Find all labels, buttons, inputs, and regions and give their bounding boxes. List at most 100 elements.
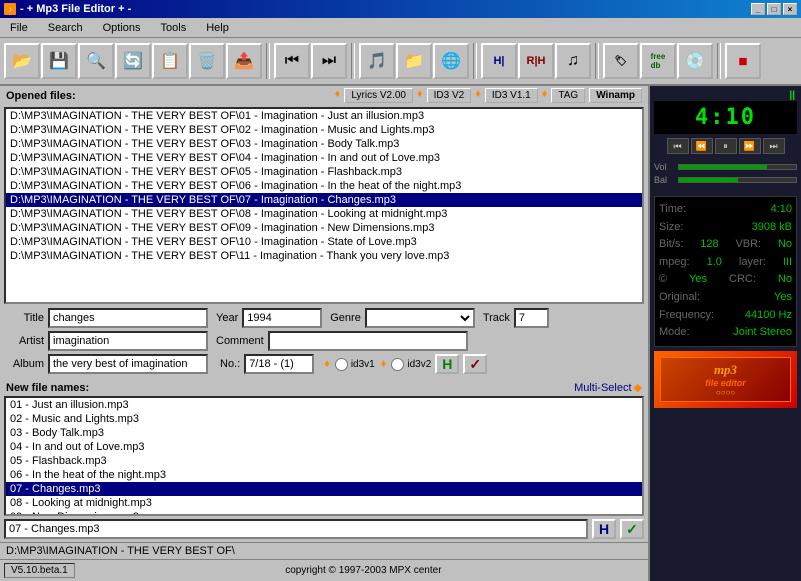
file-item-1[interactable]: D:\MP3\IMAGINATION - THE VERY BEST OF\02… <box>6 123 642 137</box>
file-item-10[interactable]: D:\MP3\IMAGINATION - THE VERY BEST OF\11… <box>6 249 642 263</box>
toolbar-group-2: ⏮ ⏭ <box>274 43 347 79</box>
name-item-3[interactable]: 04 - In and out of Love.mp3 <box>6 440 642 454</box>
file-item-6[interactable]: D:\MP3\IMAGINATION - THE VERY BEST OF\07… <box>6 193 642 207</box>
info-size-row: Size: 3908 kB <box>659 219 792 237</box>
winamp-logo: mp3 file editor ○○○○ <box>654 351 797 408</box>
window-controls: _ □ × <box>751 3 797 15</box>
next-button[interactable]: ⏭ <box>311 43 347 79</box>
info-mpeg-row: mpeg: 1.0 layer: III <box>659 254 792 272</box>
multiselect-button[interactable]: Multi-Select ◆ <box>574 381 642 394</box>
prev-button[interactable]: ⏮ <box>274 43 310 79</box>
delete-button[interactable]: 🗑️ <box>189 43 225 79</box>
new-names-section: New file names: Multi-Select ◆ 01 - Just… <box>0 379 648 542</box>
menu-file[interactable]: File <box>4 20 34 36</box>
album-input[interactable] <box>48 354 208 374</box>
menu-help[interactable]: Help <box>200 20 235 36</box>
save-tag-button[interactable]: H <box>435 354 459 374</box>
freedb-button[interactable]: freedb <box>640 43 676 79</box>
winamp-pause-button[interactable]: ⏸ <box>715 138 737 154</box>
name-item-4[interactable]: 05 - Flashback.mp3 <box>6 454 642 468</box>
artist-input[interactable] <box>48 331 208 351</box>
disc-button[interactable]: 💿 <box>677 43 713 79</box>
cancel-tag-button[interactable]: ✓ <box>463 354 487 374</box>
save-button[interactable]: 💾 <box>41 43 77 79</box>
confirm-filename-button[interactable]: ✓ <box>620 519 644 539</box>
tag-tag-button[interactable]: TAG <box>551 88 585 103</box>
track-input[interactable] <box>514 308 549 328</box>
winamp-label: Winamp <box>589 88 642 103</box>
copy-button[interactable]: 📋 <box>152 43 188 79</box>
note-button[interactable]: ♫ <box>555 43 591 79</box>
name-item-0[interactable]: 01 - Just an illusion.mp3 <box>6 398 642 412</box>
file-item-4[interactable]: D:\MP3\IMAGINATION - THE VERY BEST OF\05… <box>6 165 642 179</box>
lyrics-tag-button[interactable]: Lyrics V2.00 <box>344 88 413 103</box>
folder2-button[interactable]: 📁 <box>396 43 432 79</box>
toolbar: 📂 💾 🔍 🔄 📋 🗑️ 📤 ⏮ ⏭ 🎵 📁 🌐 H| R|H ♫ 🏷 free… <box>0 38 801 86</box>
file-item-8[interactable]: D:\MP3\IMAGINATION - THE VERY BEST OF\09… <box>6 221 642 235</box>
name-item-5[interactable]: 06 - In the heat of the night.mp3 <box>6 468 642 482</box>
toolbar-separator-1 <box>266 43 270 79</box>
winamp-prev-button[interactable]: ⏮ <box>667 138 689 154</box>
maximize-button[interactable]: □ <box>767 3 781 15</box>
id3v2-tag-button[interactable]: ID3 V2 <box>427 88 472 103</box>
genre-select[interactable] <box>365 308 475 328</box>
refresh-button[interactable]: 🔄 <box>115 43 151 79</box>
toolbar-group-3: 🎵 📁 🌐 <box>359 43 469 79</box>
menu-search[interactable]: Search <box>42 20 89 36</box>
volume-row: Vol <box>654 162 797 172</box>
h-button[interactable]: H| <box>481 43 517 79</box>
menu-tools[interactable]: Tools <box>155 20 193 36</box>
file-list[interactable]: D:\MP3\IMAGINATION - THE VERY BEST OF\01… <box>4 107 644 304</box>
tag-fields: Title Year Genre Track Artist Comment <box>0 306 648 379</box>
crc-label: CRC: <box>729 271 756 289</box>
no-input[interactable] <box>244 354 314 374</box>
web-button[interactable]: 🌐 <box>433 43 469 79</box>
info-bits-row: Bit/s: 128 VBR: No <box>659 236 792 254</box>
file-item-0[interactable]: D:\MP3\IMAGINATION - THE VERY BEST OF\01… <box>6 109 642 123</box>
mode-label: Mode: <box>659 324 690 342</box>
id3v11-tag-button[interactable]: ID3 V1.1 <box>485 88 538 103</box>
id3v1-radio-label[interactable]: id3v1 <box>334 358 375 371</box>
comment-input[interactable] <box>268 331 468 351</box>
winamp-next-button[interactable]: ⏭ <box>763 138 785 154</box>
menu-options[interactable]: Options <box>97 20 147 36</box>
file-item-7[interactable]: D:\MP3\IMAGINATION - THE VERY BEST OF\08… <box>6 207 642 221</box>
close-button[interactable]: × <box>783 3 797 15</box>
rh-button[interactable]: R|H <box>518 43 554 79</box>
id3v1-radio[interactable] <box>335 358 348 371</box>
file-item-5[interactable]: D:\MP3\IMAGINATION - THE VERY BEST OF\06… <box>6 179 642 193</box>
minimize-button[interactable]: _ <box>751 3 765 15</box>
bal-label: Bal <box>654 175 674 185</box>
title-input[interactable] <box>48 308 208 328</box>
winamp-rew-button[interactable]: ⏪ <box>691 138 713 154</box>
tag-button[interactable]: 🏷 <box>603 43 639 79</box>
layer-val: III <box>783 254 792 272</box>
open-folder-button[interactable]: 📂 <box>4 43 40 79</box>
id3v2-radio[interactable] <box>391 358 404 371</box>
bits-info-val: 128 <box>700 236 718 254</box>
file-item-3[interactable]: D:\MP3\IMAGINATION - THE VERY BEST OF\04… <box>6 151 642 165</box>
music-button[interactable]: 🎵 <box>359 43 395 79</box>
id3v2-radio-label[interactable]: id3v2 <box>390 358 431 371</box>
save-filename-button[interactable]: H <box>592 519 616 539</box>
year-input[interactable] <box>242 308 322 328</box>
export-button[interactable]: 📤 <box>226 43 262 79</box>
new-names-list[interactable]: 01 - Just an illusion.mp3 02 - Music and… <box>4 396 644 516</box>
name-item-6[interactable]: 07 - Changes.mp3 <box>6 482 642 496</box>
toolbar-separator-5 <box>717 43 721 79</box>
file-item-2[interactable]: D:\MP3\IMAGINATION - THE VERY BEST OF\03… <box>6 137 642 151</box>
name-item-1[interactable]: 02 - Music and Lights.mp3 <box>6 412 642 426</box>
balance-slider[interactable] <box>678 177 797 183</box>
stop-button[interactable]: ⏹ <box>725 43 761 79</box>
name-item-2[interactable]: 03 - Body Talk.mp3 <box>6 426 642 440</box>
search-button[interactable]: 🔍 <box>78 43 114 79</box>
balance-row: Bal <box>654 175 797 185</box>
tag-row-2: Artist Comment <box>4 331 644 351</box>
name-item-7[interactable]: 08 - Looking at midnight.mp3 <box>6 496 642 510</box>
winamp-time-display: 4:10 <box>654 101 797 134</box>
size-info-label: Size: <box>659 219 683 237</box>
winamp-fwd-button[interactable]: ⏩ <box>739 138 761 154</box>
filename-edit-input[interactable] <box>4 519 588 539</box>
file-item-9[interactable]: D:\MP3\IMAGINATION - THE VERY BEST OF\10… <box>6 235 642 249</box>
volume-slider[interactable] <box>678 164 797 170</box>
